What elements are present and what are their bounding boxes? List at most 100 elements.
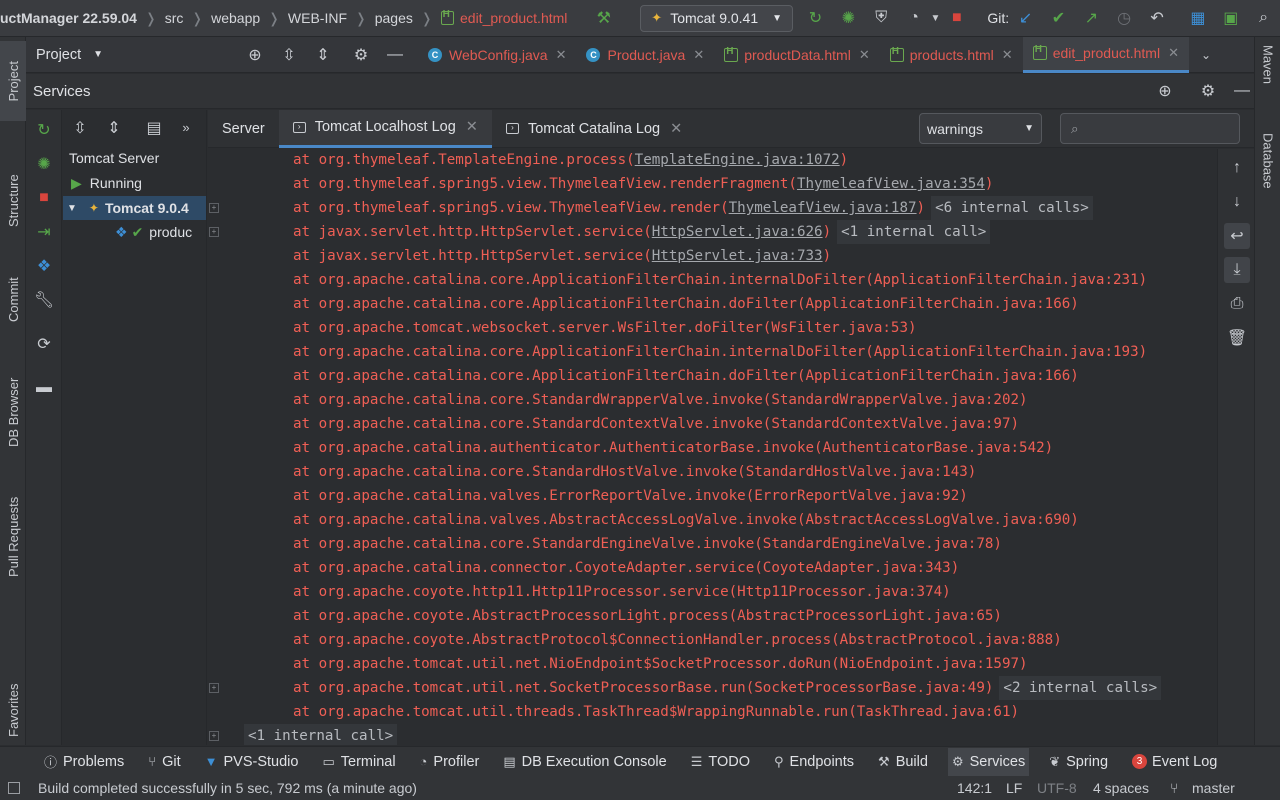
internal-calls-hint[interactable]: <1 internal call> bbox=[837, 220, 991, 244]
editor-tab-productdata[interactable]: productData.html ✕ bbox=[714, 37, 880, 73]
internal-calls-hint[interactable]: <2 internal calls> bbox=[999, 676, 1162, 700]
breadcrumb-src[interactable]: src bbox=[165, 10, 184, 26]
trash-icon[interactable]: 🗑︎ bbox=[1224, 325, 1250, 351]
profile-icon[interactable]: ◔ bbox=[904, 7, 925, 29]
tool-tab-pull-requests[interactable]: Pull Requests bbox=[0, 462, 26, 577]
git-update-icon[interactable]: ↙ bbox=[1015, 7, 1036, 29]
tool-tab-project[interactable]: Project bbox=[0, 41, 26, 121]
hammer-build-icon[interactable]: ⚒ bbox=[593, 7, 614, 29]
tool-button-profiler[interactable]: ◔ Profiler bbox=[416, 748, 484, 776]
search-everywhere-icon[interactable]: ⌕ bbox=[1253, 7, 1274, 29]
tool-button-spring[interactable]: ❦ Spring bbox=[1045, 748, 1112, 776]
git-branch[interactable]: master bbox=[1192, 780, 1235, 796]
editor-tab-edit-product[interactable]: edit_product.html ✕ bbox=[1022, 36, 1189, 73]
fold-expand-icon[interactable]: + bbox=[209, 683, 219, 693]
log-level-filter[interactable]: warnings ▼ bbox=[919, 113, 1042, 144]
deploy-icon[interactable]: ⇥ bbox=[34, 222, 54, 242]
file-encoding[interactable]: UTF-8 bbox=[1037, 780, 1077, 796]
stop-icon[interactable]: ■ bbox=[946, 7, 967, 29]
tree-item-tomcat-server[interactable]: ▼ ✦ Tomcat 9.0.4 bbox=[63, 196, 206, 220]
scroll-to-end-icon[interactable]: ⤓ bbox=[1224, 257, 1250, 283]
project-structure-icon[interactable]: ▦ bbox=[1187, 7, 1208, 29]
fold-expand-icon[interactable]: + bbox=[209, 203, 219, 213]
tool-button-problems[interactable]: ⓘ Problems bbox=[40, 748, 128, 776]
add-service-icon[interactable]: ⊕ bbox=[1154, 80, 1176, 102]
close-icon[interactable]: ✕ bbox=[556, 47, 567, 63]
close-icon[interactable]: ✕ bbox=[1168, 45, 1179, 61]
history-icon[interactable]: ◷ bbox=[1114, 7, 1135, 29]
collapse-all-icon[interactable]: ⇕ bbox=[312, 44, 334, 66]
chevron-down-icon[interactable]: ⌄ bbox=[1195, 44, 1217, 66]
log-console[interactable]: at org.thymeleaf.TemplateEngine.process(… bbox=[208, 149, 1216, 745]
run-anything-icon[interactable]: ▣ bbox=[1220, 7, 1241, 29]
internal-calls-hint[interactable]: <6 internal calls> bbox=[931, 196, 1093, 220]
tool-button-git[interactable]: ⑂ Git bbox=[144, 748, 184, 776]
rerun-icon[interactable]: ↻ bbox=[805, 7, 826, 29]
debug-icon[interactable]: ✺ bbox=[838, 7, 859, 29]
git-commit-icon[interactable]: ✔ bbox=[1048, 7, 1069, 29]
breadcrumb-web-inf[interactable]: WEB-INF bbox=[288, 10, 347, 26]
project-view-selector[interactable]: Project ▼ bbox=[36, 47, 136, 63]
scroll-down-icon[interactable]: ↓ bbox=[1224, 189, 1250, 215]
editor-tab-products[interactable]: products.html ✕ bbox=[880, 37, 1023, 73]
log-tab-catalina[interactable]: › Tomcat Catalina Log ✕ bbox=[492, 110, 696, 148]
close-icon[interactable]: ✕ bbox=[859, 47, 870, 63]
tool-tab-favorites[interactable]: Favorites bbox=[0, 652, 26, 737]
source-link[interactable]: TemplateEngine.java:1072 bbox=[635, 152, 840, 168]
collapse-all-icon[interactable]: ⇕ bbox=[103, 117, 125, 139]
close-icon[interactable]: ✕ bbox=[670, 121, 682, 137]
tool-tab-db-browser[interactable]: DB Browser bbox=[0, 337, 26, 447]
tool-button-endpoints[interactable]: ⚲ Endpoints bbox=[770, 748, 858, 776]
gear-icon[interactable]: ⚙ bbox=[1197, 80, 1219, 102]
soft-wrap-icon[interactable]: ↩ bbox=[1224, 223, 1250, 249]
print-icon[interactable]: ⎙ bbox=[1224, 291, 1250, 317]
tree-group-tomcat-server[interactable]: Tomcat Server bbox=[69, 146, 159, 170]
source-link[interactable]: HttpServlet.java:733 bbox=[652, 248, 823, 264]
artifacts-icon[interactable]: ❖ bbox=[34, 256, 54, 276]
editor-tab-product[interactable]: C Product.java ✕ bbox=[576, 37, 714, 73]
git-push-icon[interactable]: ↗ bbox=[1081, 7, 1102, 29]
fold-expand-icon[interactable]: + bbox=[209, 731, 219, 741]
tool-tab-maven[interactable]: Maven bbox=[1255, 45, 1280, 115]
tool-tab-database[interactable]: Database bbox=[1255, 133, 1280, 228]
stop-icon[interactable]: ■ bbox=[34, 188, 54, 208]
layout-icon[interactable]: ▬ bbox=[34, 378, 54, 398]
group-by-icon[interactable]: ▤ bbox=[143, 117, 165, 139]
close-icon[interactable]: ✕ bbox=[693, 47, 704, 63]
tree-status-running[interactable]: ▶ Running bbox=[71, 171, 142, 195]
tool-button-todo[interactable]: ☰ TODO bbox=[687, 748, 754, 776]
source-link[interactable]: HttpServlet.java:626 bbox=[652, 224, 823, 240]
breadcrumb-file[interactable]: edit_product.html bbox=[460, 10, 567, 26]
tree-item-artifact[interactable]: ❖ ✔ produc bbox=[115, 220, 207, 244]
hide-icon[interactable]: — bbox=[384, 44, 406, 66]
source-link[interactable]: ThymeleafView.java:187 bbox=[729, 200, 917, 216]
tool-tab-structure[interactable]: Structure bbox=[0, 137, 26, 227]
tool-button-services[interactable]: ⚙ Services bbox=[947, 747, 1030, 776]
expand-all-icon[interactable]: ⇳ bbox=[278, 44, 300, 66]
status-toggle-icon[interactable] bbox=[8, 782, 20, 794]
status-message[interactable]: Build completed successfully in 5 sec, 7… bbox=[38, 780, 417, 796]
breadcrumb-pages[interactable]: pages bbox=[375, 10, 413, 26]
locate-file-icon[interactable]: ⊕ bbox=[244, 44, 266, 66]
breadcrumb-webapp[interactable]: webapp bbox=[211, 10, 260, 26]
debug-icon[interactable]: ✺ bbox=[34, 154, 54, 174]
line-separator[interactable]: LF bbox=[1006, 780, 1022, 796]
coverage-icon[interactable]: ⛨ bbox=[871, 7, 892, 29]
tool-button-pvs-studio[interactable]: ▼ PVS-Studio bbox=[201, 748, 303, 776]
tool-button-event-log[interactable]: 3 Event Log bbox=[1128, 748, 1221, 776]
breadcrumb-project[interactable]: uctManager 22.59.04 bbox=[0, 10, 137, 26]
indent-setting[interactable]: 4 spaces bbox=[1093, 780, 1149, 796]
editor-tab-webconfig[interactable]: C WebConfig.java ✕ bbox=[418, 37, 576, 73]
hide-icon[interactable]: — bbox=[1231, 80, 1253, 102]
chevron-down-icon[interactable]: ▼ bbox=[67, 203, 77, 214]
refresh-icon[interactable]: ⟳ bbox=[34, 334, 54, 354]
more-icon[interactable]: » bbox=[175, 117, 197, 139]
log-tab-localhost[interactable]: › Tomcat Localhost Log ✕ bbox=[278, 109, 492, 148]
close-icon[interactable]: ✕ bbox=[466, 119, 478, 135]
rerun-icon[interactable]: ↻ bbox=[34, 120, 54, 140]
tool-button-db-execution-console[interactable]: ▤ DB Execution Console bbox=[499, 748, 670, 776]
wrench-icon[interactable]: 🔧︎ bbox=[34, 290, 54, 310]
tool-tab-commit[interactable]: Commit bbox=[0, 242, 26, 322]
rollback-icon[interactable]: ↶ bbox=[1147, 7, 1168, 29]
scroll-up-icon[interactable]: ↑ bbox=[1224, 155, 1250, 181]
